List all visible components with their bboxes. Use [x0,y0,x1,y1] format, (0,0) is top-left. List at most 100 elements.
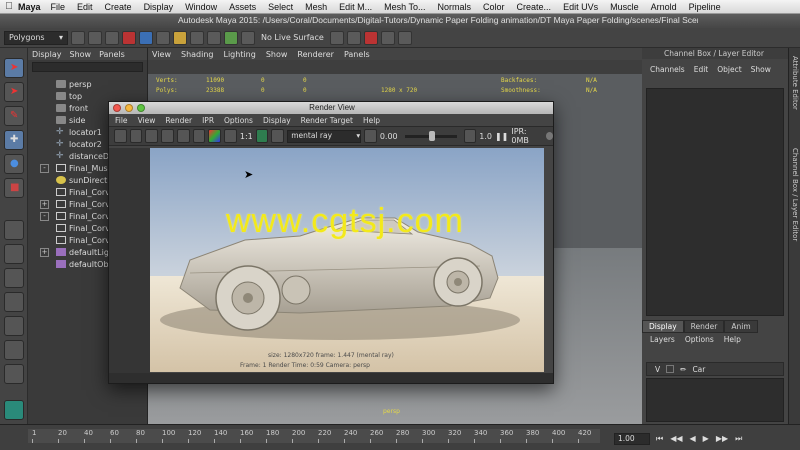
rv-menu-render[interactable]: Render [165,116,192,125]
layer-menu-help[interactable]: Help [724,335,741,344]
rv-menu-file[interactable]: File [115,116,128,125]
step-forward-icon[interactable]: ▶▶ [716,434,728,444]
save-scene-icon[interactable] [105,30,119,45]
snap-curve-icon[interactable] [190,30,204,45]
exposure-slider[interactable] [404,130,457,141]
expand-icon[interactable]: - [40,211,49,221]
viewport-menu-lighting[interactable]: Lighting [223,50,255,59]
rgb-channels-icon[interactable] [208,129,222,143]
real-size-label[interactable]: 1:1 [240,132,253,141]
ipr-render-icon[interactable] [363,30,378,45]
viewport-toolbar[interactable] [148,60,642,74]
time-ruler[interactable]: 1 20 40 60 80 100 120 140 160 180 200 220 240 260 280 3… [28,429,600,443]
gamma-value[interactable]: 1.0 [479,132,492,141]
go-to-end-icon[interactable]: ⏭ [735,434,742,444]
history-icon[interactable] [329,30,344,45]
rv-menu-display[interactable]: Display [263,116,291,125]
persp-graph-layout-button[interactable] [4,292,24,312]
viewport-menu-show[interactable]: Show [266,50,288,59]
menu-window[interactable]: Window [185,2,217,12]
select-tool-button[interactable]: ➤ [4,58,24,78]
snap-point-icon[interactable] [207,30,221,45]
outliner-item-default-lights[interactable]: + defaultLigh [40,246,114,258]
play-back-icon[interactable]: ◀ [690,434,696,444]
menu-mesh[interactable]: Mesh [305,2,327,12]
snapshot-icon[interactable] [145,129,159,143]
redo-render-icon[interactable] [114,129,127,143]
snap-grid-icon[interactable] [173,30,187,45]
play-forward-icon[interactable]: ▶ [703,434,709,444]
outliner-item-locator1[interactable]: ✛ locator1 [56,126,102,138]
menu-pipeline[interactable]: Pipeline [689,2,721,12]
outliner-search-input[interactable] [32,62,143,72]
refresh-ipr-icon[interactable] [176,129,190,143]
rotate-tool-button[interactable]: ● [4,154,24,174]
outliner-item-front[interactable]: front [56,102,88,114]
scale-tool-button[interactable]: ■ [4,178,24,198]
four-view-layout-button[interactable] [4,244,24,264]
open-scene-icon[interactable] [88,30,102,45]
outliner-item-final-corv-3[interactable]: - Final_Corv [40,210,110,222]
render-view-scrollbar[interactable] [109,373,553,383]
outliner-item-distance[interactable]: ✛ distanceDir [56,150,115,162]
channel-list[interactable] [646,88,784,316]
outliner-item-sun-direction[interactable]: sunDirectio [56,174,114,186]
menu-assets[interactable]: Assets [229,2,256,12]
menu-mesh-tools[interactable]: Mesh To... [384,2,425,12]
keep-image-icon[interactable] [192,129,206,143]
single-perspective-layout-button[interactable] [4,220,24,240]
paint-select-tool-button[interactable]: ✎ [4,106,24,126]
viewport-menu-renderer[interactable]: Renderer [297,50,334,59]
menu-select[interactable]: Select [268,2,293,12]
viewport-menu-view[interactable]: View [152,50,171,59]
outliner-item-final-corv-1[interactable]: Final_Corv [56,186,110,198]
outliner-menu-display[interactable]: Display [32,50,62,59]
select-by-object-icon[interactable] [139,30,153,45]
layout-editor-button[interactable] [4,400,24,420]
rendered-image[interactable]: size: 1280x720 frame: 1.447 (mental ray)… [150,148,544,372]
menu-create-uvs[interactable]: Create... [517,2,552,12]
tab-display-layers[interactable]: Display [642,320,684,333]
menu-edit-uvs[interactable]: Edit UVs [563,2,598,12]
lasso-tool-button[interactable]: ➤ [4,82,24,102]
outliner-menu-show[interactable]: Show [70,50,92,59]
menu-arnold[interactable]: Arnold [651,2,677,12]
persp-outliner-layout-button[interactable] [4,268,24,288]
outliner-item-persp[interactable]: persp [56,78,92,90]
layer-list[interactable] [646,378,784,422]
expand-icon[interactable]: + [40,247,49,257]
menu-create[interactable]: Create [105,2,132,12]
menu-display[interactable]: Display [144,2,174,12]
menu-file[interactable]: File [51,2,66,12]
viewport-menu-panels[interactable]: Panels [344,50,370,59]
select-by-hierarchy-icon[interactable] [122,30,136,45]
rv-menu-help[interactable]: Help [363,116,380,125]
outliner-item-locator2[interactable]: ✛ locator2 [56,138,102,150]
current-frame-field[interactable]: 1.00 [614,433,650,445]
exposure-value[interactable]: 0.00 [380,132,398,141]
channel-menu-object[interactable]: Object [717,65,741,74]
channel-menu-channels[interactable]: Channels [650,65,685,74]
go-to-start-icon[interactable]: ⏮ [656,434,663,444]
select-by-component-icon[interactable] [156,30,170,45]
layer-visibility-toggle[interactable]: V [655,365,660,374]
render-settings-icon[interactable] [380,30,395,45]
outliner-item-final-corv-2[interactable]: + Final_Corv [40,198,110,210]
expand-icon[interactable]: - [40,163,49,173]
ipr-render-icon[interactable] [129,129,143,143]
step-back-icon[interactable]: ◀◀ [670,434,682,444]
move-tool-button[interactable]: ✚ [4,130,24,150]
time-slider[interactable]: 1 20 40 60 80 100 120 140 160 180 200 220 240 260 280 3… [0,424,800,450]
channel-menu-show[interactable]: Show [751,65,771,74]
menu-edit-mesh[interactable]: Edit M... [339,2,372,12]
channel-box-tab[interactable]: Channel Box / Layer Editor [791,148,799,241]
apple-icon[interactable]:  [0,1,18,12]
make-live-icon[interactable] [241,30,255,45]
menu-normals[interactable]: Normals [438,2,472,12]
slider-handle[interactable] [428,130,435,141]
channel-menu-edit[interactable]: Edit [694,65,709,74]
outliner-item-side[interactable]: side [56,114,85,126]
layer-menu-layers[interactable]: Layers [650,335,675,344]
attribute-editor-tab[interactable]: Attribute Editor [791,56,799,110]
rv-menu-ipr[interactable]: IPR [202,116,214,125]
